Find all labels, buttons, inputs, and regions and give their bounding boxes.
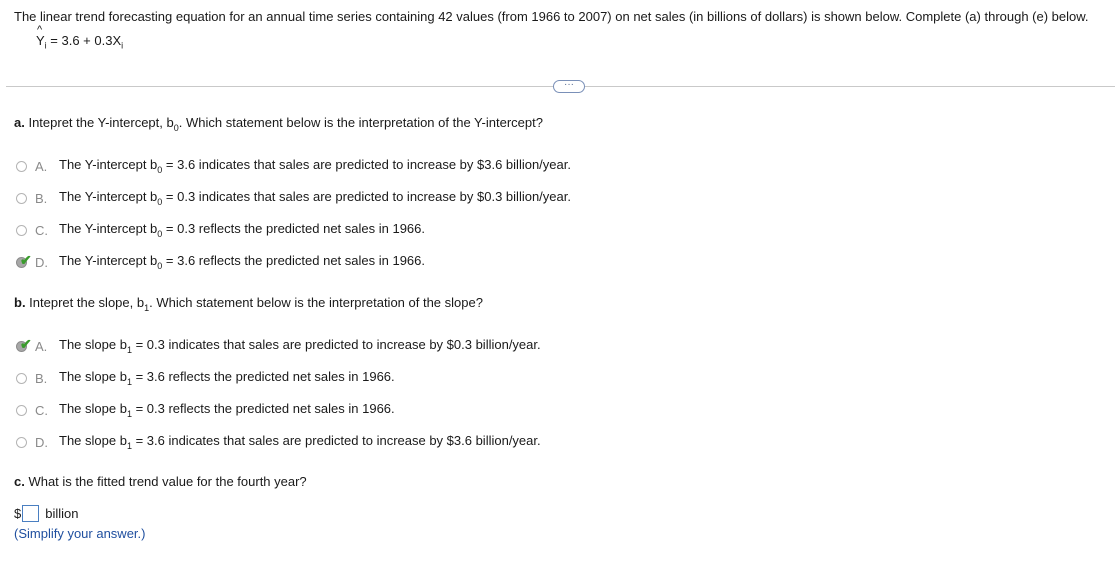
radio-button[interactable]: [16, 224, 27, 236]
option-b-B[interactable]: B. The slope b1 = 3.6 reflects the predi…: [15, 368, 395, 388]
radio-button[interactable]: [16, 436, 27, 448]
radio-button[interactable]: [16, 192, 27, 204]
answer-row: $ billion: [14, 505, 78, 522]
more-button[interactable]: ···: [553, 80, 585, 93]
radio-button[interactable]: [16, 372, 27, 384]
question-c: c. What is the fitted trend value for th…: [14, 474, 307, 489]
question-a: a. Intepret the Y-intercept, b0. Which s…: [14, 115, 543, 133]
equation: ^ Yi = 3.6 + 0.3Xi: [36, 24, 124, 51]
y-hat-symbol: ^ Y: [36, 24, 45, 48]
unit-label: billion: [45, 506, 79, 521]
question-b: b. Intepret the slope, b1. Which stateme…: [14, 295, 483, 313]
radio-button-selected[interactable]: ✔: [16, 252, 32, 268]
option-a-B[interactable]: B. The Y-intercept b0 = 0.3 indicates th…: [15, 188, 571, 208]
checkmark-icon: ✔: [20, 335, 32, 352]
simplify-hint: (Simplify your answer.): [14, 526, 146, 541]
option-a-C[interactable]: C. The Y-intercept b0 = 0.3 reflects the…: [15, 220, 425, 240]
answer-input[interactable]: [22, 505, 40, 522]
option-b-D[interactable]: D. The slope b1 = 3.6 indicates that sal…: [15, 432, 541, 452]
currency-label: $: [14, 506, 22, 521]
option-a-A[interactable]: A. The Y-intercept b0 = 3.6 indicates th…: [15, 156, 571, 176]
radio-button[interactable]: [16, 404, 27, 416]
option-b-C[interactable]: C. The slope b1 = 0.3 reflects the predi…: [15, 400, 395, 420]
radio-button-selected[interactable]: ✔: [16, 336, 32, 352]
radio-button[interactable]: [16, 160, 27, 172]
checkmark-icon: ✔: [20, 251, 32, 268]
option-b-A[interactable]: ✔ A. The slope b1 = 0.3 indicates that s…: [15, 336, 541, 356]
option-a-D[interactable]: ✔ D. The Y-intercept b0 = 3.6 reflects t…: [15, 252, 425, 272]
intro-text: The linear trend forecasting equation fo…: [14, 9, 1089, 24]
